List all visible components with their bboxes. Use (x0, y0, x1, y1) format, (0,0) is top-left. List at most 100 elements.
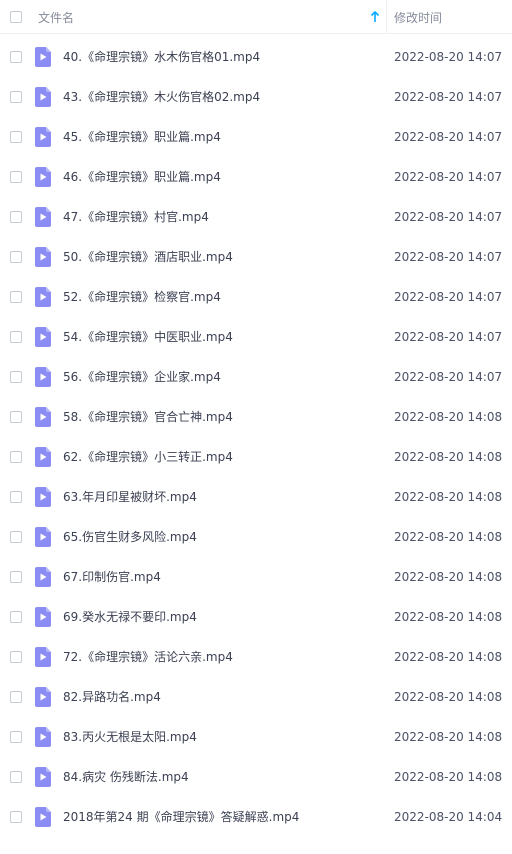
row-checkbox[interactable] (10, 691, 22, 703)
row-checkbox[interactable] (10, 571, 22, 583)
video-file-icon (35, 487, 51, 507)
file-row[interactable]: 54.《命理宗镜》中医职业.mp4 2022-08-20 14:07 (0, 317, 512, 357)
file-row[interactable]: 62.《命理宗镜》小三转正.mp4 2022-08-20 14:08 (0, 437, 512, 477)
file-row[interactable]: 40.《命理宗镜》水木伤官格01.mp4 2022-08-20 14:07 (0, 37, 512, 77)
row-checkbox[interactable] (10, 491, 22, 503)
file-row[interactable]: 67.印制伤官.mp4 2022-08-20 14:08 (0, 557, 512, 597)
column-divider[interactable] (386, 0, 387, 34)
file-row[interactable]: 69.癸水无禄不要印.mp4 2022-08-20 14:08 (0, 597, 512, 637)
file-name[interactable]: 40.《命理宗镜》水木伤官格01.mp4 (63, 48, 260, 66)
modified-time: 2022-08-20 14:07 (394, 210, 503, 224)
file-row[interactable]: 58.《命理宗镜》官合亡神.mp4 2022-08-20 14:08 (0, 397, 512, 437)
row-checkbox[interactable] (10, 331, 22, 343)
file-name[interactable]: 56.《命理宗镜》企业家.mp4 (63, 368, 221, 386)
file-name[interactable]: 72.《命理宗镜》活论六亲.mp4 (63, 648, 233, 666)
row-checkbox[interactable] (10, 531, 22, 543)
video-file-icon (35, 167, 51, 187)
video-file-icon (35, 567, 51, 587)
file-name[interactable]: 52.《命理宗镜》检察官.mp4 (63, 288, 221, 306)
row-checkbox[interactable] (10, 731, 22, 743)
file-name[interactable]: 2018年第24 期《命理宗镜》答疑解惑.mp4 (63, 808, 299, 826)
column-header-modified-time[interactable]: 修改时间 (394, 9, 442, 26)
file-name[interactable]: 84.病灾 伤残断法.mp4 (63, 768, 189, 786)
video-file-icon (35, 287, 51, 307)
video-file-icon (35, 207, 51, 227)
file-name[interactable]: 83.丙火无根是太阳.mp4 (63, 728, 197, 746)
modified-time: 2022-08-20 14:08 (394, 610, 503, 624)
file-row[interactable]: 50.《命理宗镜》酒店职业.mp4 2022-08-20 14:07 (0, 237, 512, 277)
modified-time: 2022-08-20 14:08 (394, 530, 503, 544)
modified-time: 2022-08-20 14:08 (394, 410, 503, 424)
row-checkbox[interactable] (10, 371, 22, 383)
file-name[interactable]: 58.《命理宗镜》官合亡神.mp4 (63, 408, 233, 426)
file-row[interactable]: 43.《命理宗镜》木火伤官格02.mp4 2022-08-20 14:07 (0, 77, 512, 117)
modified-time: 2022-08-20 14:07 (394, 90, 503, 104)
file-list: 39.《命理宗镜》金水伤官格03.mp42022-08-20 14:0640.《… (0, 0, 512, 854)
row-checkbox[interactable] (10, 251, 22, 263)
modified-time: 2022-08-20 14:07 (394, 130, 503, 144)
video-file-icon (35, 127, 51, 147)
file-row[interactable]: 82.异路功名.mp4 2022-08-20 14:08 (0, 677, 512, 717)
file-row[interactable]: 46.《命理宗镜》职业篇.mp4 2022-08-20 14:07 (0, 157, 512, 197)
file-row[interactable]: 84.病灾 伤残断法.mp4 2022-08-20 14:08 (0, 757, 512, 797)
modified-time: 2022-08-20 14:04 (394, 810, 503, 824)
file-name[interactable]: 43.《命理宗镜》木火伤官格02.mp4 (63, 88, 260, 106)
file-row[interactable]: 56.《命理宗镜》企业家.mp4 2022-08-20 14:07 (0, 357, 512, 397)
row-checkbox[interactable] (10, 211, 22, 223)
select-all-checkbox[interactable] (10, 11, 22, 23)
modified-time: 2022-08-20 14:07 (394, 250, 503, 264)
file-row[interactable]: 52.《命理宗镜》检察官.mp4 2022-08-20 14:07 (0, 277, 512, 317)
video-file-icon (35, 327, 51, 347)
file-row[interactable]: 72.《命理宗镜》活论六亲.mp4 2022-08-20 14:08 (0, 637, 512, 677)
file-row[interactable]: 65.伤官生财多风险.mp4 2022-08-20 14:08 (0, 517, 512, 557)
row-checkbox[interactable] (10, 291, 22, 303)
modified-time: 2022-08-20 14:08 (394, 450, 503, 464)
video-file-icon (35, 687, 51, 707)
video-file-icon (35, 527, 51, 547)
arrow-up-icon[interactable] (369, 10, 381, 24)
file-row[interactable]: 45.《命理宗镜》职业篇.mp4 2022-08-20 14:07 (0, 117, 512, 157)
list-header: 文件名 修改时间 (0, 0, 512, 34)
file-row[interactable]: 63.年月印星被财坏.mp4 2022-08-20 14:08 (0, 477, 512, 517)
modified-time: 2022-08-20 14:08 (394, 770, 503, 784)
file-name[interactable]: 65.伤官生财多风险.mp4 (63, 528, 197, 546)
row-checkbox[interactable] (10, 451, 22, 463)
video-file-icon (35, 367, 51, 387)
video-file-icon (35, 47, 51, 67)
file-row[interactable]: 2018年第24 期《命理宗镜》答疑解惑.mp4 2022-08-20 14:04 (0, 797, 512, 837)
file-row[interactable]: 83.丙火无根是太阳.mp4 2022-08-20 14:08 (0, 717, 512, 757)
row-checkbox[interactable] (10, 131, 22, 143)
file-name[interactable]: 63.年月印星被财坏.mp4 (63, 488, 197, 506)
modified-time: 2022-08-20 14:08 (394, 650, 503, 664)
file-name[interactable]: 47.《命理宗镜》村官.mp4 (63, 208, 209, 226)
file-name[interactable]: 54.《命理宗镜》中医职业.mp4 (63, 328, 233, 346)
modified-time: 2022-08-20 14:07 (394, 370, 503, 384)
file-name[interactable]: 50.《命理宗镜》酒店职业.mp4 (63, 248, 233, 266)
row-checkbox[interactable] (10, 91, 22, 103)
modified-time: 2022-08-20 14:07 (394, 330, 503, 344)
video-file-icon (35, 727, 51, 747)
video-file-icon (35, 807, 51, 827)
file-name[interactable]: 69.癸水无禄不要印.mp4 (63, 608, 197, 626)
video-file-icon (35, 447, 51, 467)
modified-time: 2022-08-20 14:07 (394, 290, 503, 304)
file-name[interactable]: 46.《命理宗镜》职业篇.mp4 (63, 168, 221, 186)
modified-time: 2022-08-20 14:08 (394, 730, 503, 744)
row-checkbox[interactable] (10, 811, 22, 823)
row-checkbox[interactable] (10, 651, 22, 663)
modified-time: 2022-08-20 14:08 (394, 490, 503, 504)
column-header-name[interactable]: 文件名 (38, 9, 74, 26)
row-checkbox[interactable] (10, 171, 22, 183)
modified-time: 2022-08-20 14:08 (394, 690, 503, 704)
file-name[interactable]: 62.《命理宗镜》小三转正.mp4 (63, 448, 233, 466)
file-name[interactable]: 45.《命理宗镜》职业篇.mp4 (63, 128, 221, 146)
video-file-icon (35, 607, 51, 627)
row-checkbox[interactable] (10, 771, 22, 783)
row-checkbox[interactable] (10, 51, 22, 63)
row-checkbox[interactable] (10, 411, 22, 423)
row-checkbox[interactable] (10, 611, 22, 623)
file-row[interactable]: 47.《命理宗镜》村官.mp4 2022-08-20 14:07 (0, 197, 512, 237)
file-name[interactable]: 67.印制伤官.mp4 (63, 568, 161, 586)
file-name[interactable]: 82.异路功名.mp4 (63, 688, 161, 706)
modified-time: 2022-08-20 14:07 (394, 50, 503, 64)
